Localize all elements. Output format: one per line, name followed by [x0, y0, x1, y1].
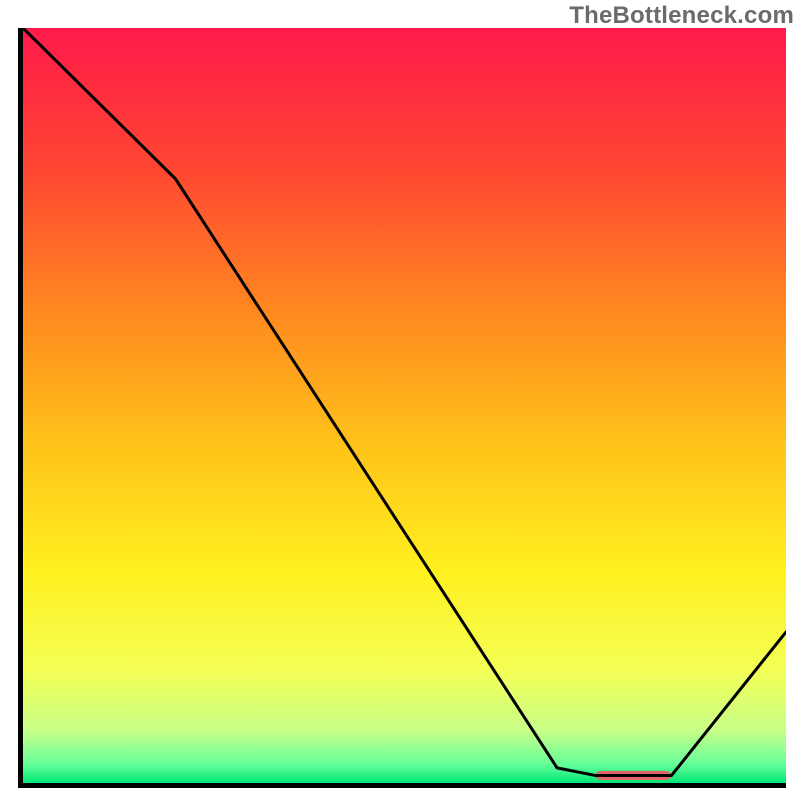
plot-area	[18, 28, 786, 788]
plot-svg	[23, 28, 786, 783]
watermark-text: TheBottleneck.com	[569, 2, 794, 30]
chart-stage: TheBottleneck.com	[0, 0, 800, 800]
